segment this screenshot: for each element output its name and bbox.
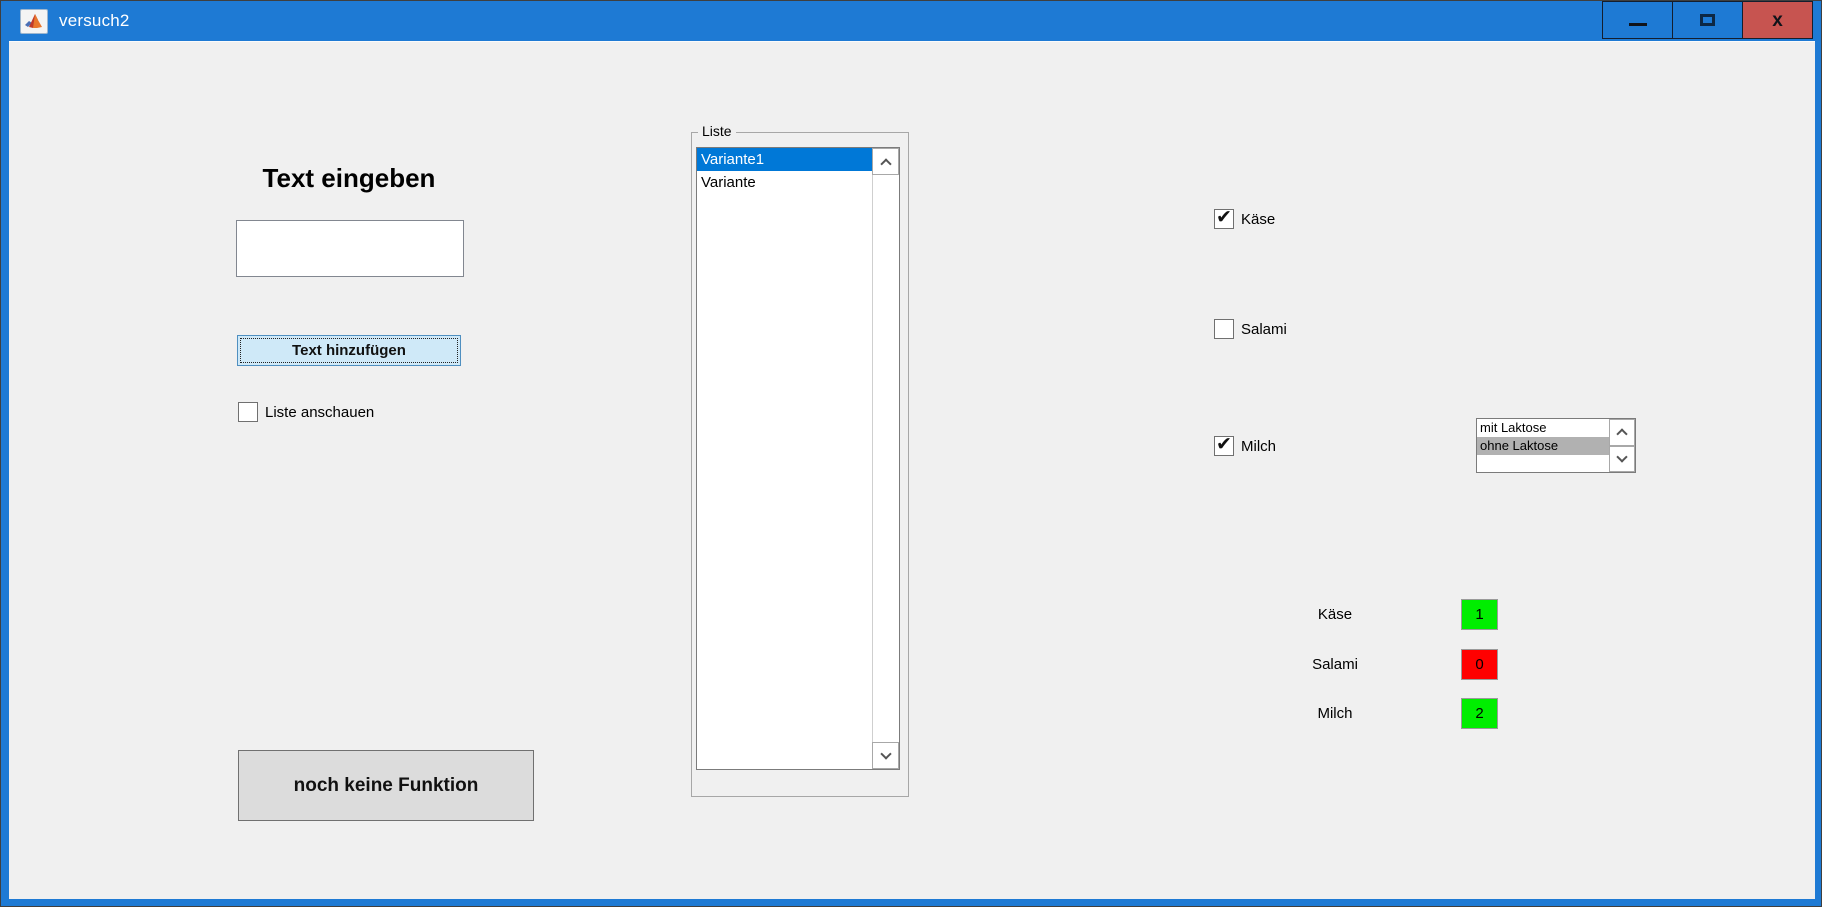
list-item-variante1[interactable]: Variante1 (697, 148, 872, 171)
result-row-salami: Salami 0 (1275, 649, 1515, 680)
liste-anschauen-label: Liste anschauen (265, 402, 374, 421)
laktose-scrollbar[interactable] (1609, 419, 1635, 472)
liste-anschauen-checkbox[interactable]: ✔ (238, 402, 258, 422)
scroll-down-button[interactable] (1609, 446, 1635, 473)
salami-checkbox-label: Salami (1241, 319, 1287, 338)
salami-checkbox[interactable]: ✔ (1214, 319, 1234, 339)
minimize-icon (1629, 23, 1647, 26)
chevron-up-icon (1616, 429, 1627, 440)
chevron-down-icon (880, 748, 891, 759)
liste-panel-title: Liste (698, 123, 736, 139)
matlab-icon (20, 9, 48, 34)
result-label: Milch (1275, 705, 1395, 722)
chevron-down-icon (1616, 451, 1627, 462)
figure-canvas: Text eingeben Text hinzufügen ✔ Liste an… (9, 41, 1815, 899)
result-label: Salami (1275, 656, 1395, 673)
text-eingeben-heading: Text eingeben (236, 163, 462, 195)
text-input[interactable] (236, 220, 464, 277)
kaese-checkbox-label: Käse (1241, 209, 1275, 228)
maximize-button[interactable] (1672, 1, 1743, 39)
list-item-mit-laktose[interactable]: mit Laktose (1477, 419, 1609, 437)
scroll-up-button[interactable] (1609, 419, 1635, 446)
titlebar[interactable]: versuch2 x (1, 1, 1821, 41)
liste-anschauen-checkbox-row: ✔ Liste anschauen (238, 402, 374, 422)
checkmark-icon: ✔ (1216, 433, 1232, 456)
varianten-list-items: Variante1 Variante (697, 148, 872, 194)
laktose-listbox[interactable]: mit Laktose ohne Laktose (1476, 418, 1636, 473)
milch-checkbox-row: ✔ Milch (1214, 436, 1276, 456)
result-value-box: 0 (1461, 649, 1498, 680)
maximize-icon (1700, 14, 1715, 26)
result-value-box: 2 (1461, 698, 1498, 729)
window-controls: x (1603, 1, 1813, 39)
app-window: versuch2 x Text eingeben Text hinzufügen… (0, 0, 1822, 907)
varianten-scrollbar[interactable] (872, 148, 899, 769)
result-row-milch: Milch 2 (1275, 698, 1515, 729)
close-button[interactable]: x (1742, 1, 1813, 39)
scroll-down-button[interactable] (872, 742, 899, 769)
window-title: versuch2 (59, 11, 130, 31)
kaese-checkbox[interactable]: ✔ (1214, 209, 1234, 229)
varianten-listbox[interactable]: Variante1 Variante (696, 147, 900, 770)
result-row-kaese: Käse 1 (1275, 599, 1515, 630)
milch-checkbox-label: Milch (1241, 436, 1276, 455)
close-icon: x (1772, 11, 1783, 30)
text-hinzufuegen-button[interactable]: Text hinzufügen (237, 335, 461, 366)
scroll-up-button[interactable] (872, 148, 899, 175)
laktose-list-items: mit Laktose ohne Laktose (1477, 419, 1609, 455)
chevron-up-icon (880, 158, 891, 169)
salami-checkbox-row: ✔ Salami (1214, 319, 1287, 339)
milch-checkbox[interactable]: ✔ (1214, 436, 1234, 456)
result-value-box: 1 (1461, 599, 1498, 630)
kaese-checkbox-row: ✔ Käse (1214, 209, 1275, 229)
noch-keine-funktion-button[interactable]: noch keine Funktion (238, 750, 534, 821)
matlab-logo-graphic (24, 12, 44, 30)
list-item-variante[interactable]: Variante (697, 171, 872, 194)
minimize-button[interactable] (1602, 1, 1673, 39)
liste-panel: Liste Variante1 Variante (691, 132, 909, 797)
checkmark-icon: ✔ (1216, 206, 1232, 229)
list-item-ohne-laktose[interactable]: ohne Laktose (1477, 437, 1609, 455)
result-label: Käse (1275, 606, 1395, 623)
